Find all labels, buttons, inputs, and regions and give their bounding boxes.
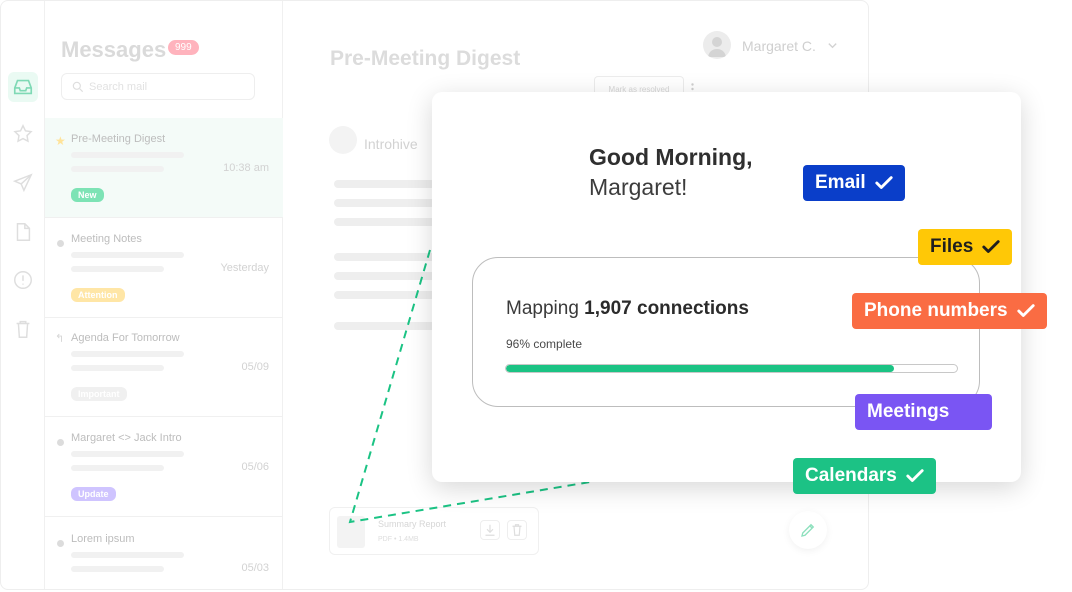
preview-placeholder bbox=[71, 252, 184, 258]
message-time: 05/09 bbox=[241, 361, 269, 373]
message-time: Yesterday bbox=[220, 262, 269, 274]
preview-placeholder bbox=[71, 152, 184, 158]
search-icon bbox=[72, 81, 84, 93]
sender-name: Introhive bbox=[364, 136, 418, 152]
mapping-progress-panel: Mapping 1,907 connections 96% complete bbox=[472, 257, 980, 407]
message-time: 05/03 bbox=[241, 562, 269, 574]
preview-placeholder bbox=[71, 451, 184, 457]
user-name: Margaret C. bbox=[742, 38, 816, 54]
alert-icon[interactable] bbox=[12, 269, 34, 291]
message-tag: Important bbox=[71, 387, 127, 401]
search-input[interactable]: Search mail bbox=[61, 73, 255, 100]
check-icon bbox=[875, 176, 893, 189]
preview-placeholder bbox=[71, 166, 164, 172]
download-button[interactable] bbox=[480, 520, 500, 540]
message-item[interactable]: ★ Pre-Meeting Digest 10:38 am New bbox=[45, 118, 283, 218]
message-subject: Margaret <> Jack Intro bbox=[71, 432, 182, 444]
message-tag: Attention bbox=[71, 288, 125, 302]
message-subject: Pre-Meeting Digest bbox=[71, 133, 166, 145]
unread-dot bbox=[57, 439, 64, 446]
message-item[interactable]: Margaret <> Jack Intro 05/06 Update bbox=[45, 417, 283, 517]
page-title: Pre-Meeting Digest bbox=[330, 47, 521, 70]
tag-label: Files bbox=[930, 236, 974, 257]
body-placeholder bbox=[334, 253, 444, 261]
meetings-tag: Meetings bbox=[855, 394, 992, 430]
delete-attachment-button[interactable] bbox=[507, 520, 527, 540]
mapping-status: Mapping 1,907 connections bbox=[506, 298, 749, 320]
message-subject: Lorem ipsum bbox=[71, 533, 135, 545]
reply-icon: ↰ bbox=[55, 333, 65, 345]
compose-button[interactable] bbox=[789, 511, 827, 549]
email-tag: Email bbox=[803, 165, 905, 201]
unread-dot bbox=[57, 240, 64, 247]
calendars-tag: Calendars bbox=[793, 458, 936, 494]
messages-title: Messages bbox=[61, 37, 167, 62]
body-placeholder bbox=[334, 199, 444, 207]
message-item[interactable]: ↰ Agenda For Tomorrow 05/09 Important bbox=[45, 317, 283, 417]
files-tag: Files bbox=[918, 229, 1013, 265]
search-placeholder: Search mail bbox=[89, 81, 148, 93]
trash-icon bbox=[512, 524, 522, 536]
preview-placeholder bbox=[71, 266, 164, 272]
unread-dot bbox=[57, 540, 64, 547]
message-subject: Meeting Notes bbox=[71, 233, 142, 245]
tag-label: Calendars bbox=[805, 465, 897, 486]
send-icon[interactable] bbox=[12, 172, 34, 194]
body-placeholder bbox=[334, 180, 444, 188]
preview-placeholder bbox=[71, 365, 164, 371]
check-icon bbox=[982, 240, 1000, 253]
attachment-card[interactable]: Summary Report PDF • 1.4MB bbox=[329, 507, 539, 555]
starred-icon: ★ bbox=[55, 134, 66, 148]
message-tag: New bbox=[71, 188, 104, 202]
mapping-prefix: Mapping bbox=[506, 298, 579, 319]
greeting-name: Margaret! bbox=[589, 174, 688, 200]
progress-fill bbox=[506, 365, 894, 372]
preview-placeholder bbox=[71, 566, 164, 572]
greeting: Good Morning, bbox=[589, 144, 753, 170]
progress-bar bbox=[505, 364, 958, 373]
attachment-meta: PDF • 1.4MB bbox=[378, 536, 419, 543]
check-icon bbox=[1016, 304, 1035, 317]
connection-count: 1,907 connections bbox=[584, 298, 749, 319]
message-item[interactable]: Meeting Notes Yesterday Attention bbox=[45, 218, 283, 318]
digest-illustration: Messages 999 Search mail ★ Pre-Meeting D… bbox=[0, 0, 1072, 592]
tag-label: Meetings bbox=[867, 401, 950, 422]
download-icon bbox=[485, 524, 495, 536]
inbox-icon[interactable] bbox=[8, 72, 38, 102]
message-item[interactable]: Lorem ipsum 05/03 bbox=[45, 518, 283, 589]
body-placeholder bbox=[334, 218, 444, 226]
phone-numbers-tag: Phone numbers bbox=[852, 293, 1047, 329]
pdf-thumbnail bbox=[337, 516, 365, 548]
preview-placeholder bbox=[71, 465, 164, 471]
tag-label: Email bbox=[815, 172, 866, 193]
message-time: 10:38 am bbox=[223, 162, 269, 174]
chevron-down-icon bbox=[828, 43, 837, 49]
star-icon[interactable] bbox=[12, 123, 34, 145]
body-placeholder bbox=[334, 272, 444, 280]
attachment-name: Summary Report bbox=[378, 519, 447, 529]
preview-placeholder bbox=[71, 351, 184, 357]
message-time: 05/06 bbox=[241, 461, 269, 473]
avatar bbox=[703, 31, 731, 59]
unread-count-badge: 999 bbox=[168, 40, 199, 55]
tag-label: Phone numbers bbox=[864, 300, 1008, 321]
sender-avatar bbox=[329, 126, 357, 154]
check-icon bbox=[906, 469, 924, 482]
pencil-icon bbox=[801, 523, 815, 537]
document-icon[interactable] bbox=[12, 221, 34, 243]
trash-icon[interactable] bbox=[12, 318, 34, 340]
body-placeholder bbox=[334, 291, 444, 299]
message-tag: Update bbox=[71, 487, 116, 501]
percent-complete: 96% complete bbox=[506, 337, 583, 351]
message-list: Messages 999 Search mail ★ Pre-Meeting D… bbox=[45, 1, 283, 589]
body-placeholder bbox=[334, 322, 444, 330]
preview-placeholder bbox=[71, 552, 184, 558]
message-subject: Agenda For Tomorrow bbox=[71, 332, 180, 344]
nav-rail bbox=[1, 1, 45, 589]
